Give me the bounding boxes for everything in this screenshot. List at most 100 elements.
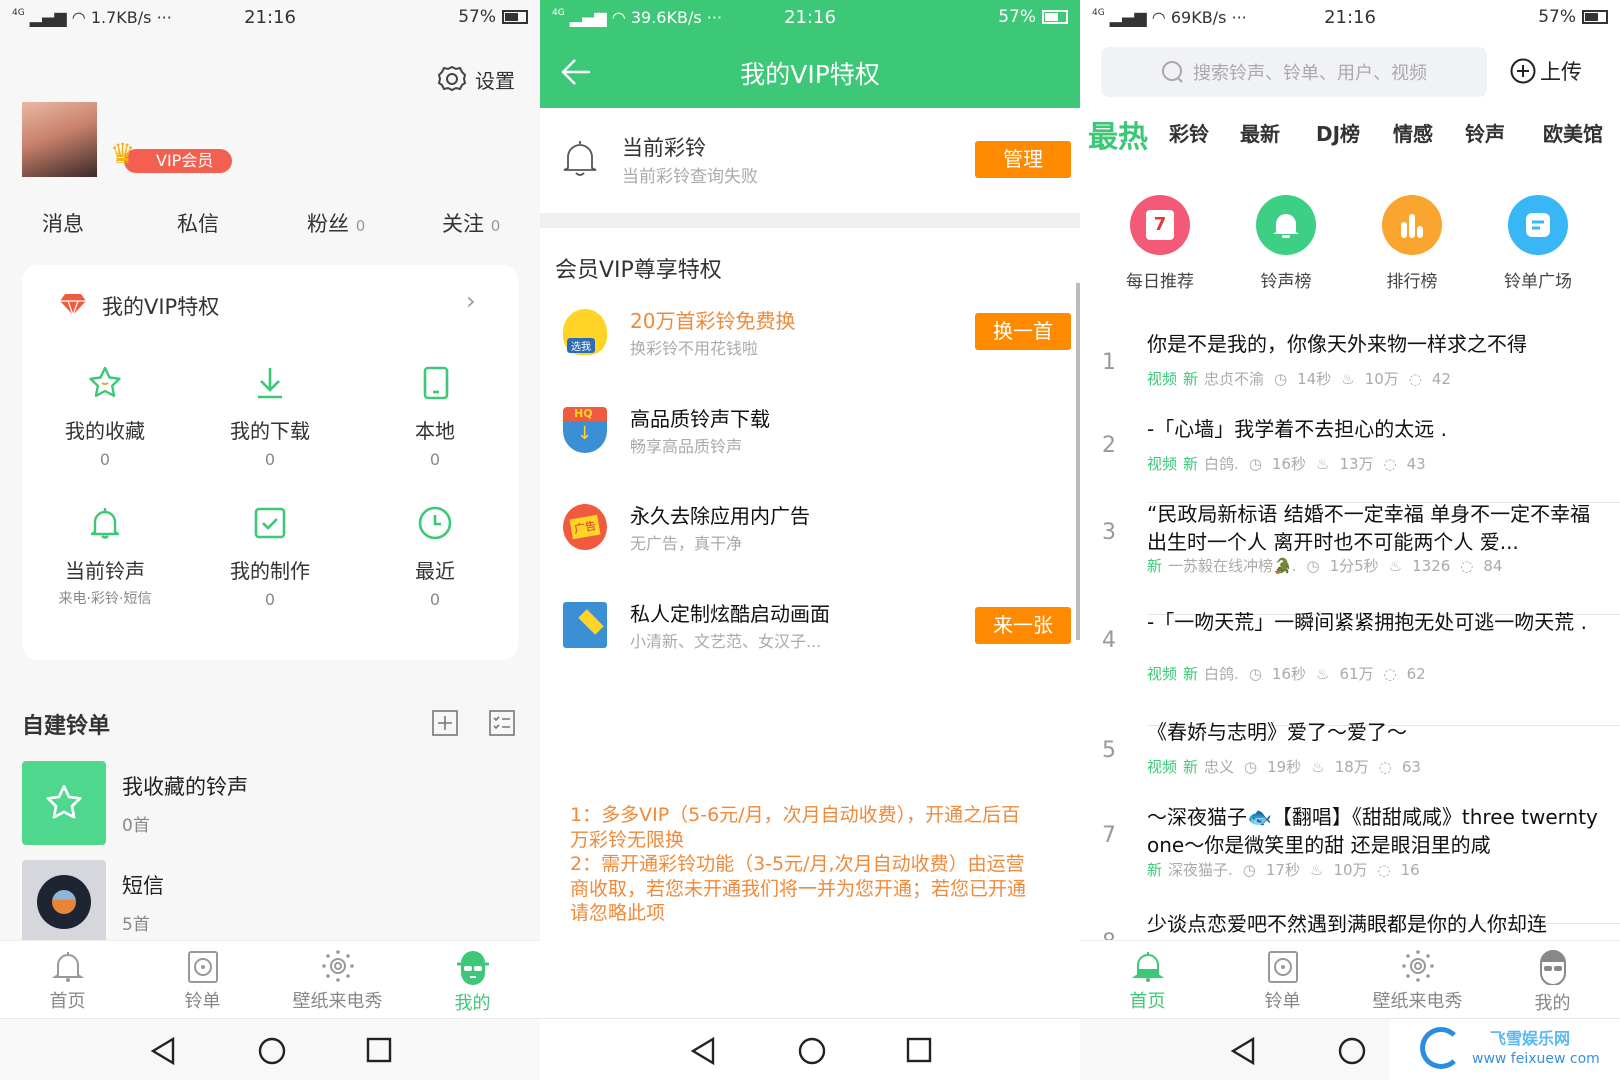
quick-daily-recommend[interactable]: 7 每日推荐 [1097, 195, 1223, 292]
add-playlist-icon[interactable] [432, 710, 458, 736]
avatar[interactable] [22, 102, 97, 177]
song-likes: 10万 [1333, 861, 1368, 879]
privilege-title: 高品质铃声下载 [630, 407, 770, 431]
vip-privilege-link[interactable]: 我的VIP特权 › [22, 287, 518, 327]
song-author[interactable]: 白鸽. [1204, 455, 1239, 473]
home-nav-icon[interactable] [258, 1037, 286, 1065]
category-tab[interactable]: DJ榜 [1316, 118, 1360, 147]
tab-label: 我的 [454, 993, 491, 1014]
bell-icon [51, 952, 84, 982]
back-nav-icon[interactable] [150, 1037, 176, 1065]
song-comments: 16 [1400, 861, 1420, 879]
playlist-item[interactable]: 短信 5首 [0, 860, 540, 944]
grid-label: 我的收藏 [65, 419, 145, 443]
category-tab[interactable]: 情感 [1393, 118, 1433, 147]
tab-playlists[interactable]: 铃单 [1215, 949, 1350, 1013]
tab-label: 壁纸来电秀 [292, 991, 383, 1012]
playlist-item[interactable]: 我收藏的铃声 0首 [0, 761, 540, 845]
manage-playlist-icon[interactable] [489, 710, 515, 736]
category-tab[interactable]: 最新 [1240, 118, 1280, 147]
disc-icon [37, 875, 91, 929]
stat-fans[interactable]: 粉丝 0 [307, 208, 365, 238]
download-icon [258, 368, 282, 399]
stat-label: 粉丝 [307, 212, 349, 236]
battery-icon [502, 10, 528, 24]
tab-me[interactable]: 我的 [405, 949, 540, 1015]
tab-playlists[interactable]: 铃单 [135, 949, 270, 1013]
song-duration: 19秒 [1267, 758, 1302, 776]
list-icon [1508, 195, 1568, 255]
category-tab[interactable]: 铃声 [1465, 118, 1505, 147]
like-icon: ♨ [1316, 455, 1330, 473]
song-author[interactable]: 忠贞不渝 [1204, 370, 1264, 388]
recents-nav-icon[interactable] [906, 1037, 932, 1063]
tab-home[interactable]: 首页 [1080, 949, 1215, 1013]
song-author[interactable]: 白鸽. [1204, 665, 1239, 683]
stat-label: 消息 [42, 212, 84, 236]
privilege-subtitle: 换彩铃不用花钱啦 [630, 339, 759, 358]
grid-recent[interactable]: 最近 0 [350, 505, 520, 609]
playlist-title: 我收藏的铃声 [122, 775, 248, 799]
stat-messages[interactable]: 消息 [42, 208, 84, 238]
song-meta: 视频新忠贞不渝 ◷ 14秒 ♨ 10万 ◌ 42 [1147, 368, 1461, 389]
bell-icon [90, 508, 120, 539]
quick-label: 铃声榜 [1260, 272, 1312, 292]
home-nav-icon[interactable] [798, 1037, 826, 1065]
current-title: 当前彩铃 [622, 136, 706, 160]
grid-favorites[interactable]: 我的收藏 0 [20, 365, 190, 469]
song-author[interactable]: 忠义 [1204, 758, 1234, 776]
stat-private-messages[interactable]: 私信 [177, 208, 219, 238]
tab-me[interactable]: 我的 [1485, 949, 1620, 1015]
song-likes: 61万 [1339, 665, 1374, 683]
grid-my-creations[interactable]: 我的制作 0 [185, 505, 355, 609]
quick-ringtone-chart[interactable]: 铃声榜 [1223, 195, 1349, 292]
grid-local[interactable]: 本地 0 [350, 365, 520, 469]
tab-home[interactable]: 首页 [0, 949, 135, 1013]
category-tab[interactable]: 欧美馆 [1543, 118, 1603, 147]
swap-button[interactable]: 换一首 [975, 313, 1071, 350]
chick-icon: 选我 [563, 309, 607, 355]
song-likes: 13万 [1339, 455, 1374, 473]
tab-wallpaper[interactable]: 壁纸来电秀 [270, 949, 405, 1013]
comment-icon: ◌ [1378, 758, 1392, 776]
stat-following[interactable]: 关注 0 [442, 208, 500, 238]
grid-downloads[interactable]: 我的下载 0 [185, 365, 355, 469]
tab-wallpaper[interactable]: 壁纸来电秀 [1350, 949, 1485, 1013]
vip-badge[interactable]: VIP会员 [124, 149, 232, 173]
grid-current-ringtone[interactable]: 当前铃声 来电·彩铃·短信 [20, 505, 190, 608]
privilege-title: 永久去除应用内广告 [630, 504, 810, 528]
quick-playlist-square[interactable]: 铃单广场 [1475, 195, 1601, 292]
search-input[interactable]: 搜索铃声、铃单、用户、视频 [1101, 47, 1487, 97]
get-one-button[interactable]: 来一张 [975, 607, 1071, 644]
song-duration: 17秒 [1265, 861, 1300, 879]
back-nav-icon[interactable] [690, 1037, 716, 1065]
grid-count: 0 [264, 590, 276, 609]
battery-level: 57% [998, 7, 1036, 27]
like-icon: ♨ [1311, 758, 1325, 776]
song-title: -「一吻天荒」一瞬间紧紧拥抱无处可逃一吻天荒 . [1147, 610, 1587, 634]
song-likes: 1326 [1412, 557, 1451, 575]
privilege-subtitle: 无广告，真干净 [630, 534, 743, 553]
privilege-title: 私人定制炫酷启动画面 [630, 602, 830, 626]
privilege-row: 广告 永久去除应用内广告 无广告，真干净 [540, 482, 1080, 572]
upload-button[interactable]: 上传 [1510, 56, 1582, 86]
grid-label: 本地 [415, 419, 455, 443]
quick-ranking[interactable]: 排行榜 [1349, 195, 1475, 292]
playlist-title: 短信 [122, 874, 164, 898]
comment-icon: ◌ [1377, 861, 1391, 879]
settings-button[interactable]: 设置 [437, 64, 515, 94]
comment-icon: ◌ [1460, 557, 1474, 575]
song-tag: 视频 [1147, 455, 1178, 473]
manage-button[interactable]: 管理 [975, 141, 1071, 178]
song-author[interactable]: 一苏毅在线冲榜🐊. [1168, 557, 1296, 575]
song-author[interactable]: 深夜猫子. [1168, 861, 1233, 879]
vip-card-title: 我的VIP特权 [102, 295, 220, 319]
home-nav-icon[interactable] [1338, 1037, 1366, 1065]
category-tab[interactable]: 彩铃 [1169, 118, 1209, 147]
song-duration: 14秒 [1297, 370, 1332, 388]
recents-nav-icon[interactable] [366, 1037, 392, 1063]
song-tag: 新 [1183, 370, 1199, 388]
category-tab-hot[interactable]: 最热 [1088, 112, 1148, 156]
grid-count: 0 [429, 590, 441, 609]
back-nav-icon[interactable] [1230, 1037, 1256, 1065]
